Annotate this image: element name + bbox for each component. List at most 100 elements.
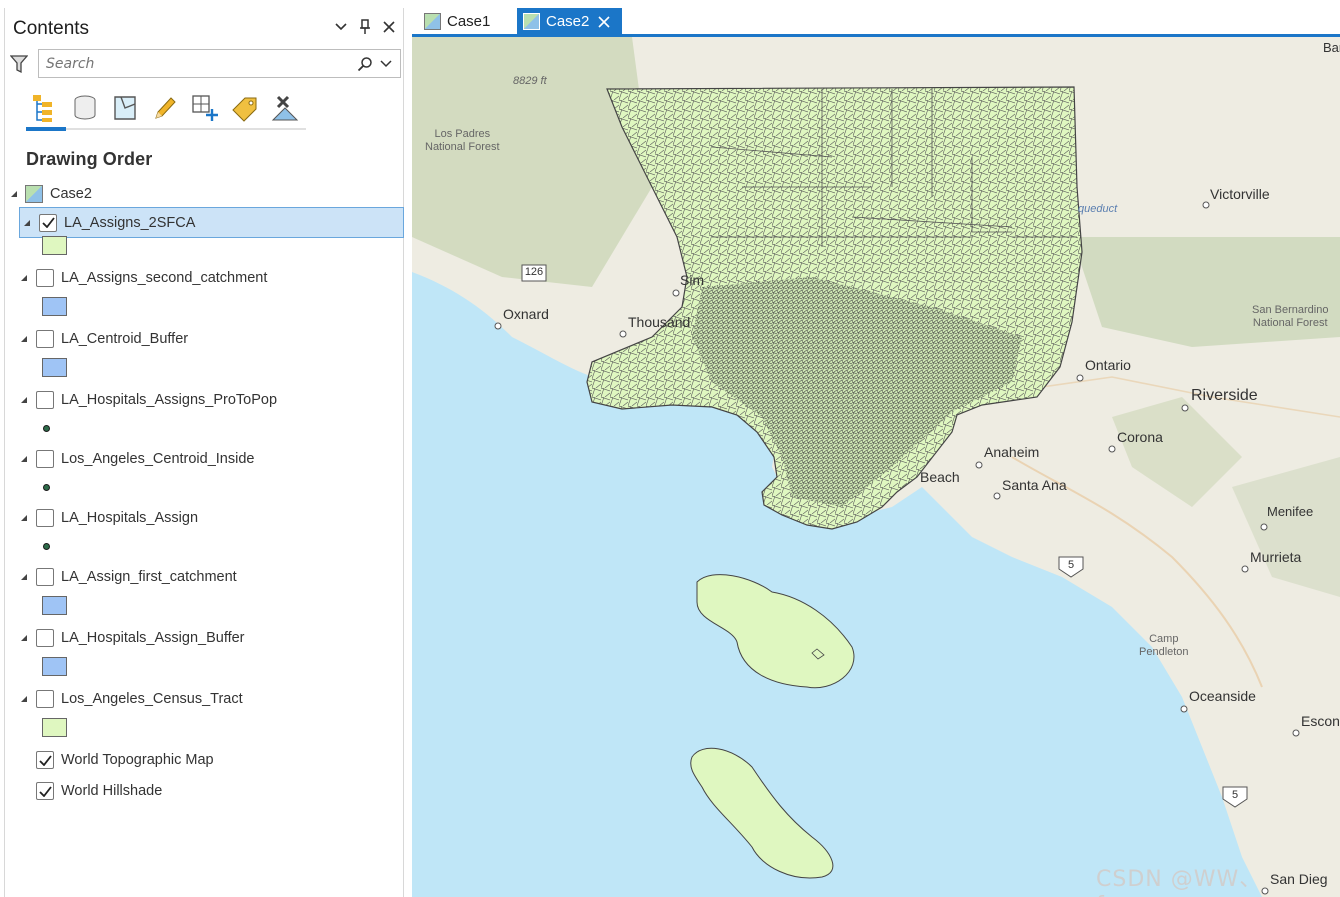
region-label: San Bernardino National Forest xyxy=(1252,304,1329,329)
search-box xyxy=(38,49,401,78)
active-view-indicator xyxy=(26,127,66,131)
watermark: CSDN @WW、forever xyxy=(1096,867,1263,897)
collapse-triangle-icon[interactable] xyxy=(19,694,29,704)
search-input[interactable] xyxy=(39,50,354,77)
search-options-chevron-icon[interactable] xyxy=(376,53,396,75)
point-symbol-swatch[interactable] xyxy=(43,484,50,491)
layer-visibility-checkbox[interactable] xyxy=(39,213,57,232)
place-label: Murrieta xyxy=(1250,549,1302,565)
point-symbol-swatch[interactable] xyxy=(43,543,50,550)
basemap-row[interactable]: World Hillshade xyxy=(36,781,162,801)
layer-name: LA_Hospitals_Assign xyxy=(61,510,199,526)
map-icon xyxy=(424,13,441,30)
basemap-row[interactable]: World Topographic Map xyxy=(36,750,214,770)
place-label: Thousand xyxy=(628,314,691,330)
place-label: Bar xyxy=(1323,40,1340,55)
route-5-shield: 5 xyxy=(1067,559,1075,571)
list-by-drawing-order-icon[interactable] xyxy=(25,88,65,128)
layer-row[interactable]: LA_Hospitals_Assign_Buffer xyxy=(19,628,245,648)
route-126-shield: 126 xyxy=(524,266,544,278)
layer-row[interactable]: Los_Angeles_Census_Tract xyxy=(19,689,243,709)
polygon-symbol-swatch[interactable] xyxy=(42,657,67,676)
place-label: Escon xyxy=(1301,713,1340,729)
place-label: Sim xyxy=(680,272,705,288)
basemap-name: World Topographic Map xyxy=(61,752,214,768)
place-label: Beach xyxy=(920,469,960,485)
collapse-triangle-icon[interactable] xyxy=(19,513,29,523)
list-by-editing-icon[interactable] xyxy=(145,88,185,128)
contents-pane: Contents Search Drawing Order Case2 LA_A… xyxy=(4,8,404,897)
place-label: Oceanside xyxy=(1189,688,1256,704)
close-tab-icon[interactable] xyxy=(598,15,610,28)
layer-name: Los_Angeles_Centroid_Inside xyxy=(61,451,255,467)
polygon-symbol-swatch[interactable] xyxy=(42,596,67,615)
place-label: Riverside xyxy=(1191,387,1258,404)
tab-label: Case1 xyxy=(447,13,491,30)
list-by-snapping-icon[interactable] xyxy=(185,88,225,128)
pin-icon[interactable] xyxy=(357,17,373,37)
basemap-name: World Hillshade xyxy=(61,783,163,799)
layer-visibility-checkbox[interactable] xyxy=(36,751,54,769)
layer-visibility-checkbox[interactable] xyxy=(36,450,54,468)
layer-name: LA_Assign_first_catchment xyxy=(61,569,237,585)
list-by-perspective-imagery-icon[interactable] xyxy=(265,88,305,128)
layer-visibility-checkbox[interactable] xyxy=(36,509,54,527)
place-label: Victorville xyxy=(1210,186,1270,202)
view-toolbar-divider xyxy=(26,128,306,130)
polygon-symbol-swatch[interactable] xyxy=(42,358,67,377)
region-label: Camp Pendleton xyxy=(1139,633,1189,658)
collapse-triangle-icon[interactable] xyxy=(19,454,29,464)
layer-name: LA_Assigns_2SFCA xyxy=(64,214,196,231)
layer-name: LA_Hospitals_Assigns_ProToPop xyxy=(61,392,278,408)
polygon-symbol-swatch[interactable] xyxy=(42,718,67,737)
layer-row[interactable]: LA_Assign_first_catchment xyxy=(19,567,237,587)
layer-visibility-checkbox[interactable] xyxy=(36,690,54,708)
search-icon[interactable] xyxy=(354,53,376,75)
layer-name: LA_Hospitals_Assign_Buffer xyxy=(61,630,245,646)
list-by-selection-icon[interactable] xyxy=(105,88,145,128)
collapse-triangle-icon[interactable] xyxy=(22,218,32,228)
layer-visibility-checkbox[interactable] xyxy=(36,782,54,800)
list-by-labeling-icon[interactable] xyxy=(225,88,265,128)
point-symbol-swatch[interactable] xyxy=(43,425,50,432)
place-label: Corona xyxy=(1117,429,1163,445)
collapse-triangle-icon[interactable] xyxy=(19,633,29,643)
region-label: Los Padres National Forest xyxy=(425,128,500,153)
pane-options-chevron-icon[interactable] xyxy=(333,17,349,37)
polygon-symbol-swatch[interactable] xyxy=(42,236,67,255)
layer-row[interactable]: LA_Hospitals_Assign xyxy=(19,508,198,528)
place-label: Ontario xyxy=(1085,357,1131,373)
place-label: Menifee xyxy=(1267,504,1314,519)
tab-case1[interactable]: Case1 xyxy=(418,8,506,35)
place-label: Santa Ana xyxy=(1002,477,1067,493)
layer-row[interactable]: LA_Assigns_second_catchment xyxy=(19,268,267,288)
filter-icon[interactable] xyxy=(9,53,29,75)
layer-visibility-checkbox[interactable] xyxy=(36,568,54,586)
layer-row[interactable]: LA_Hospitals_Assigns_ProToPop xyxy=(19,390,277,410)
layer-name: LA_Centroid_Buffer xyxy=(61,331,189,347)
collapse-triangle-icon[interactable] xyxy=(19,395,29,405)
layer-visibility-checkbox[interactable] xyxy=(36,391,54,409)
layer-row[interactable]: Los_Angeles_Centroid_Inside xyxy=(19,449,254,469)
map-name: Case2 xyxy=(50,186,92,202)
route-5-shield: 5 xyxy=(1231,789,1239,801)
map-node-case2[interactable]: Case2 xyxy=(9,184,92,204)
collapse-triangle-icon[interactable] xyxy=(9,189,19,199)
list-by-source-icon[interactable] xyxy=(65,88,105,128)
tab-case2[interactable]: Case2 xyxy=(517,8,622,35)
place-label: Anaheim xyxy=(984,444,1040,460)
layer-visibility-checkbox[interactable] xyxy=(36,330,54,348)
collapse-triangle-icon[interactable] xyxy=(19,572,29,582)
polygon-symbol-swatch[interactable] xyxy=(42,297,67,316)
layer-row[interactable]: LA_Centroid_Buffer xyxy=(19,329,188,349)
collapse-triangle-icon[interactable] xyxy=(19,273,29,283)
collapse-triangle-icon[interactable] xyxy=(19,334,29,344)
pane-title: Contents xyxy=(13,18,90,39)
layer-visibility-checkbox[interactable] xyxy=(36,629,54,647)
map-view[interactable]: Victorville Oxnard Thousand Sim Ontario … xyxy=(412,37,1340,897)
layer-name: LA_Assigns_second_catchment xyxy=(61,270,268,286)
tab-label: Case2 xyxy=(546,13,590,30)
layer-visibility-checkbox[interactable] xyxy=(36,269,54,287)
layer-row[interactable]: LA_Assigns_2SFCA xyxy=(19,207,404,238)
close-pane-icon[interactable] xyxy=(381,17,397,37)
